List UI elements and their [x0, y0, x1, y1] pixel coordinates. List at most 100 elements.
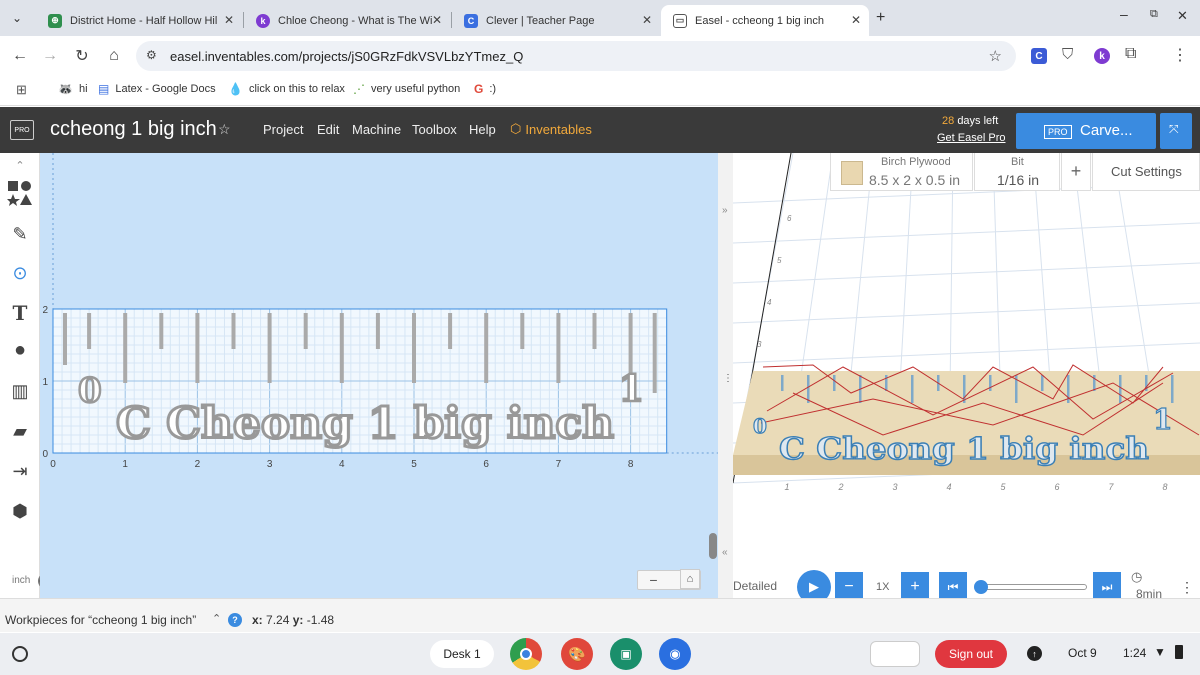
project-title[interactable]: ccheong 1 big inch	[50, 118, 217, 141]
preview-x-tick: 2	[837, 482, 843, 492]
skip-back-button[interactable]: ⏮	[939, 572, 967, 598]
menu-project[interactable]: Project	[263, 122, 303, 137]
bookmark-smile[interactable]: G:)	[474, 82, 496, 96]
bookmark-python[interactable]: ⋰ very useful python	[353, 82, 460, 96]
minimize-icon[interactable]: –	[1120, 6, 1128, 22]
site-info-icon[interactable]: ⚙	[146, 48, 157, 62]
tab-search-button[interactable]: ⌄	[8, 9, 26, 27]
camera-app-icon[interactable]: ◉	[659, 638, 691, 670]
speed-down-button[interactable]: −	[835, 572, 863, 598]
lego-brick-icon[interactable]: ▰	[6, 417, 34, 445]
menu-toolbox[interactable]: Toolbox	[412, 122, 457, 137]
menu-edit[interactable]: Edit	[317, 122, 339, 137]
browser-tab-active[interactable]: ▭ Easel - ccheong 1 big inch ✕	[661, 5, 869, 36]
kami-extension-icon[interactable]: k	[1094, 48, 1110, 64]
preview-x-tick: 4	[946, 482, 951, 492]
chevron-up-icon[interactable]: ⌃	[212, 612, 221, 625]
close-tab-icon[interactable]: ✕	[851, 13, 861, 27]
bit-settings[interactable]: Bit 1/16 in	[974, 153, 1060, 191]
skip-forward-button[interactable]: ⏭	[1093, 572, 1121, 598]
play-button[interactable]: ▶	[797, 570, 831, 598]
drag-handle-icon[interactable]: ⋮	[723, 373, 733, 384]
import-icon[interactable]: ⇥	[6, 457, 34, 485]
paint-app-icon[interactable]: 🎨	[561, 638, 593, 670]
home-view-button[interactable]: ⌂	[680, 569, 700, 589]
get-easel-pro-link[interactable]: Get Easel Pro	[937, 132, 1005, 144]
material-settings[interactable]: Birch Plywood 8.5 x 2 x 0.5 in	[830, 153, 973, 191]
chrome-menu-icon[interactable]: ⋮	[1172, 45, 1188, 65]
desk-button[interactable]: Desk 1	[430, 640, 494, 668]
x-tick-label: 1	[122, 459, 128, 470]
coord-y-label: y:	[292, 613, 304, 627]
tab-title: District Home - Half Hollow Hil	[70, 14, 218, 27]
browser-tab[interactable]: k Chloe Cheong - What is The Wi ✕	[244, 5, 450, 36]
expand-right-icon[interactable]: »	[722, 205, 728, 216]
easel-pro-logo[interactable]: PRO	[10, 120, 34, 140]
panel-divider: » ⋮ «	[718, 153, 733, 598]
pen-tool-icon[interactable]: ✎	[6, 220, 34, 248]
classroom-app-icon[interactable]: ▣	[610, 638, 642, 670]
speed-up-button[interactable]: +	[901, 572, 929, 598]
back-icon[interactable]: ←	[8, 44, 32, 68]
reload-icon[interactable]: ↻	[70, 44, 94, 68]
detail-mode-label[interactable]: Detailed	[733, 579, 777, 593]
workpieces-label[interactable]: Workpieces for “ccheong 1 big inch”	[5, 613, 196, 627]
browser-tab[interactable]: ⊕ District Home - Half Hollow Hil ✕	[36, 5, 242, 36]
bookmark-star-icon[interactable]: ☆	[989, 47, 1002, 65]
preview-x-tick: 1	[784, 482, 789, 492]
progress-knob[interactable]	[974, 580, 988, 594]
ruler-tick-mark	[652, 313, 657, 393]
new-tab-button[interactable]: +	[876, 9, 885, 27]
close-tab-icon[interactable]: ✕	[224, 13, 234, 27]
bookmark-latex[interactable]: ▤ Latex - Google Docs	[98, 82, 216, 96]
close-tab-icon[interactable]: ✕	[642, 13, 652, 27]
canvas-vertical-scrollbar[interactable]	[709, 533, 717, 559]
bookmark-relax[interactable]: 💧 click on this to relax	[228, 82, 345, 96]
text-tool-icon[interactable]: T	[6, 299, 34, 327]
launcher-icon[interactable]	[12, 646, 28, 662]
zoom-out-icon[interactable]: −	[649, 572, 657, 588]
time-label[interactable]: 1:24	[1123, 646, 1146, 660]
ruler-tick-mark	[87, 313, 92, 349]
tote-thumbnails-icon[interactable]	[870, 641, 920, 667]
close-tab-icon[interactable]: ✕	[432, 13, 442, 27]
carved-tick	[781, 375, 784, 391]
shapes-tool-icon[interactable]	[6, 179, 34, 207]
apps-grid-icon[interactable]: ⊞	[16, 82, 27, 98]
inventables-link[interactable]: ⬡ Inventables	[510, 121, 592, 137]
clever-extension-icon[interactable]: C	[1031, 48, 1047, 64]
design-canvas[interactable]: 01234567801201C Cheong 1 big inch − + ⌂	[40, 153, 718, 606]
address-bar[interactable]: ⚙ easel.inventables.com/projects/jS0GRzF…	[136, 41, 1016, 71]
ruler-tool-icon[interactable]: ▥	[6, 377, 34, 405]
favorite-star-icon[interactable]: ☆	[218, 121, 231, 138]
menu-help[interactable]: Help	[469, 122, 496, 137]
cut-settings-button[interactable]: Cut Settings	[1092, 153, 1200, 191]
apple-icon[interactable]: ●	[6, 336, 34, 364]
collapse-left-icon[interactable]: «	[722, 547, 728, 558]
date-label[interactable]: Oct 9	[1068, 646, 1097, 660]
close-window-icon[interactable]: ✕	[1177, 8, 1188, 24]
box-3d-icon[interactable]: ⬢	[6, 497, 34, 525]
add-bit-button[interactable]: +	[1061, 153, 1091, 191]
water-drop-icon: 💧	[228, 82, 243, 96]
extensions-puzzle-icon[interactable]: ⧉	[1125, 45, 1136, 63]
chrome-app-icon[interactable]	[510, 638, 542, 670]
carve-preview-panel: 34561234567801C Cheong 1 big inch Birch …	[733, 153, 1200, 598]
home-icon[interactable]: ⌂	[102, 44, 126, 68]
menu-machine[interactable]: Machine	[352, 122, 401, 137]
collapse-up-icon[interactable]: ⌃	[6, 157, 34, 173]
carve-button[interactable]: PRO Carve...	[1016, 113, 1156, 149]
bookmark-hi[interactable]: 🦝 hi	[58, 82, 88, 96]
preview-more-icon[interactable]: ⋮	[1180, 579, 1194, 596]
expand-arrows-icon: ⤧	[1169, 122, 1179, 136]
point-tool-icon[interactable]: ⊙	[6, 259, 34, 287]
restore-icon[interactable]: ⧉	[1150, 8, 1158, 21]
browser-tab[interactable]: C Clever | Teacher Page ✕	[452, 5, 660, 36]
expand-arrows-button[interactable]: ⤧	[1160, 113, 1192, 149]
upload-status-icon[interactable]: ↑	[1027, 646, 1042, 661]
shield-extension-icon[interactable]: ⛉	[1062, 46, 1073, 63]
sign-out-button[interactable]: Sign out	[935, 640, 1007, 668]
progress-slider[interactable]	[981, 584, 1087, 590]
forward-icon[interactable]: →	[38, 44, 62, 68]
help-icon[interactable]: ?	[228, 613, 242, 627]
